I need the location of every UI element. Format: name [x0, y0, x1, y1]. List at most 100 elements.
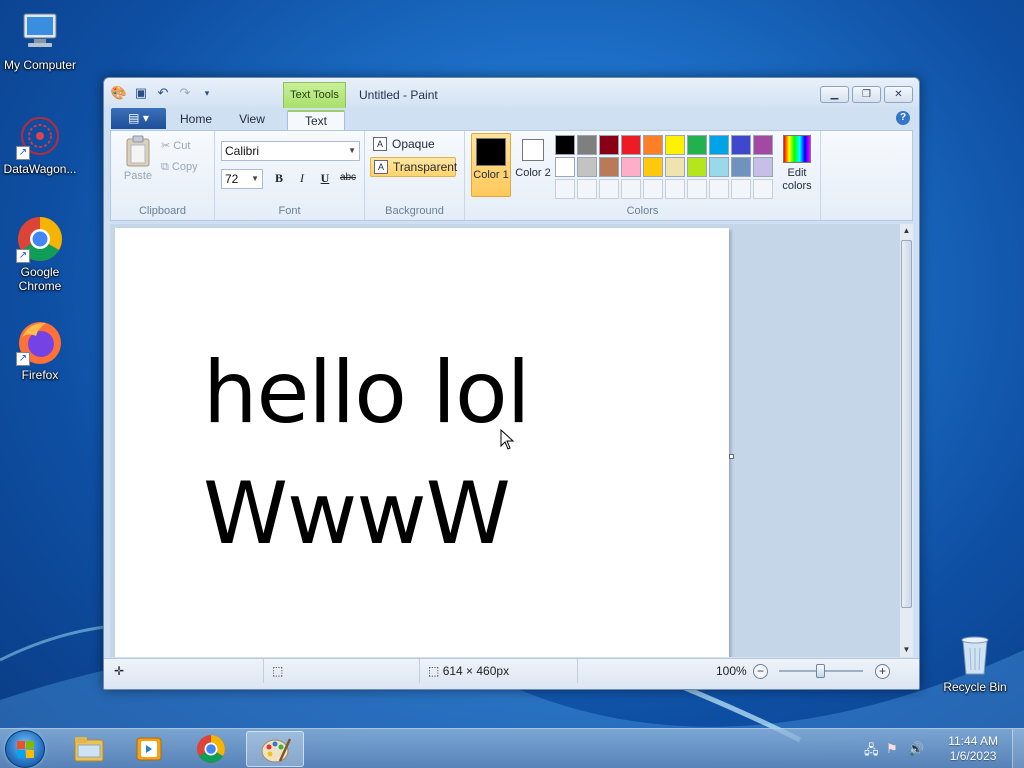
clipboard-group-label: Clipboard	[138, 205, 187, 217]
desktop-icon-recycle-bin[interactable]: Recycle Bin	[935, 630, 1015, 694]
taskbar-media-player[interactable]	[120, 731, 178, 767]
save-icon[interactable]: ▣	[132, 85, 150, 101]
minimize-button[interactable]: ▁	[820, 86, 849, 103]
palette-swatch[interactable]	[665, 157, 685, 177]
background-group: A Opaque A Transparent Background	[365, 131, 465, 220]
show-desktop-button[interactable]	[1012, 729, 1024, 768]
palette-swatch[interactable]	[643, 135, 663, 155]
scroll-down-icon[interactable]: ▼	[900, 643, 913, 657]
desktop-icon-my-computer[interactable]: My Computer	[0, 8, 80, 72]
palette-swatch[interactable]	[643, 157, 663, 177]
transparent-button[interactable]: A Transparent	[370, 157, 457, 177]
palette-custom-slot[interactable]	[687, 179, 707, 199]
drawing-canvas[interactable]: hello lol WwwW	[115, 228, 734, 657]
title-bar[interactable]: 🎨 ▣ ↶ ↷ ▾ Text Tools Untitled - Paint ▁ …	[104, 78, 919, 108]
edit-colors-label: Edit colors	[782, 167, 812, 192]
taskbar-chrome[interactable]	[182, 731, 240, 767]
desktop-icon-google-chrome[interactable]: ↗ Google Chrome	[0, 215, 80, 293]
underline-button[interactable]: U	[314, 167, 336, 189]
palette-custom-slot[interactable]	[555, 179, 575, 199]
palette-custom-slot[interactable]	[709, 179, 729, 199]
palette-custom-slot[interactable]	[665, 179, 685, 199]
palette-swatch[interactable]	[687, 135, 707, 155]
mouse-cursor-icon	[500, 429, 515, 450]
shortcut-arrow-icon: ↗	[16, 146, 30, 160]
taskbar-paint[interactable]	[246, 731, 304, 767]
edit-colors-button[interactable]: Edit colors	[779, 135, 815, 193]
desktop-icon-firefox[interactable]: ↗ Firefox	[0, 318, 80, 382]
palette-custom-slot[interactable]	[577, 179, 597, 199]
cursor-position: ✛	[104, 659, 264, 683]
color2-button[interactable]: Color 2	[513, 133, 553, 197]
taskbar-explorer[interactable]	[60, 731, 118, 767]
shortcut-arrow-icon: ↗	[16, 249, 30, 263]
bold-button[interactable]: B	[268, 167, 290, 189]
palette-swatch[interactable]	[753, 157, 773, 177]
file-menu-button[interactable]: ▤ ▾	[111, 108, 166, 129]
palette-custom-slot[interactable]	[599, 179, 619, 199]
palette-swatch[interactable]	[577, 157, 597, 177]
canvas-text-line-2: WwwW	[203, 464, 511, 564]
redo-icon[interactable]: ↷	[176, 85, 194, 101]
font-size-select[interactable]: 72 ▼	[221, 169, 263, 189]
network-icon[interactable]: 🖧	[864, 741, 879, 763]
strikethrough-button[interactable]: abc	[337, 167, 359, 189]
start-button[interactable]	[5, 730, 45, 768]
palette-custom-slot[interactable]	[731, 179, 751, 199]
canvas-text-line-1: hello lol	[203, 343, 531, 443]
palette-custom-slot[interactable]	[753, 179, 773, 199]
color1-button[interactable]: Color 1	[471, 133, 511, 197]
zoom-slider[interactable]	[779, 664, 863, 678]
canvas-workspace[interactable]: hello lol WwwW	[110, 224, 899, 657]
tab-text[interactable]: Text	[287, 110, 345, 130]
palette-swatch[interactable]	[555, 135, 575, 155]
palette-swatch[interactable]	[621, 157, 641, 177]
paste-button[interactable]: Paste	[119, 135, 157, 182]
scroll-up-icon[interactable]: ▲	[900, 224, 913, 238]
palette-swatch[interactable]	[731, 157, 751, 177]
palette-custom-slot[interactable]	[621, 179, 641, 199]
palette-swatch[interactable]	[599, 135, 619, 155]
palette-swatch[interactable]	[555, 157, 575, 177]
help-icon[interactable]: ?	[896, 111, 910, 125]
zoom-out-button[interactable]: −	[753, 664, 768, 679]
undo-icon[interactable]: ↶	[154, 85, 172, 101]
opaque-button[interactable]: A Opaque	[370, 135, 456, 155]
zoom-level: 100%	[716, 664, 747, 678]
paint-app-icon[interactable]: 🎨	[110, 85, 128, 101]
palette-swatch[interactable]	[577, 135, 597, 155]
vertical-scrollbar[interactable]: ▲ ▼	[899, 224, 913, 657]
tab-view[interactable]: View	[228, 110, 276, 130]
customize-qat-icon[interactable]: ▾	[198, 85, 216, 101]
tab-home[interactable]: Home	[172, 110, 220, 130]
text-tools-context-tab: Text Tools	[283, 82, 346, 108]
scroll-thumb[interactable]	[901, 240, 912, 608]
palette-swatch[interactable]	[687, 157, 707, 177]
canvas-size-icon: ⬚	[428, 664, 440, 678]
window-title: Untitled - Paint	[359, 88, 438, 102]
copy-button[interactable]: ⧉ Copy	[161, 161, 198, 174]
maximize-button[interactable]: ❐	[852, 86, 881, 103]
palette-custom-slot[interactable]	[643, 179, 663, 199]
action-center-flag-icon[interactable]: ⚑	[886, 741, 898, 757]
palette-swatch[interactable]	[665, 135, 685, 155]
palette-swatch[interactable]	[621, 135, 641, 155]
close-button[interactable]: ✕	[884, 86, 913, 103]
palette-swatch[interactable]	[599, 157, 619, 177]
palette-swatch[interactable]	[709, 135, 729, 155]
color2-swatch	[522, 139, 544, 161]
background-group-label: Background	[385, 205, 444, 217]
palette-swatch[interactable]	[709, 157, 729, 177]
clock[interactable]: 11:44 AM 1/6/2023	[948, 734, 998, 764]
volume-icon[interactable]: 🔊	[908, 741, 924, 757]
palette-swatch[interactable]	[731, 135, 751, 155]
cut-button[interactable]: ✂ Cut	[161, 139, 190, 152]
italic-button[interactable]: I	[291, 167, 313, 189]
zoom-in-button[interactable]: +	[875, 664, 890, 679]
font-family-select[interactable]: Calibri ▼	[221, 141, 360, 161]
desktop-icon-datawagon[interactable]: ↗ DataWagon...	[0, 112, 80, 176]
palette-swatch[interactable]	[753, 135, 773, 155]
resize-handle-right[interactable]	[729, 454, 734, 459]
zoom-slider-knob[interactable]	[816, 664, 825, 678]
shortcut-arrow-icon: ↗	[16, 352, 30, 366]
